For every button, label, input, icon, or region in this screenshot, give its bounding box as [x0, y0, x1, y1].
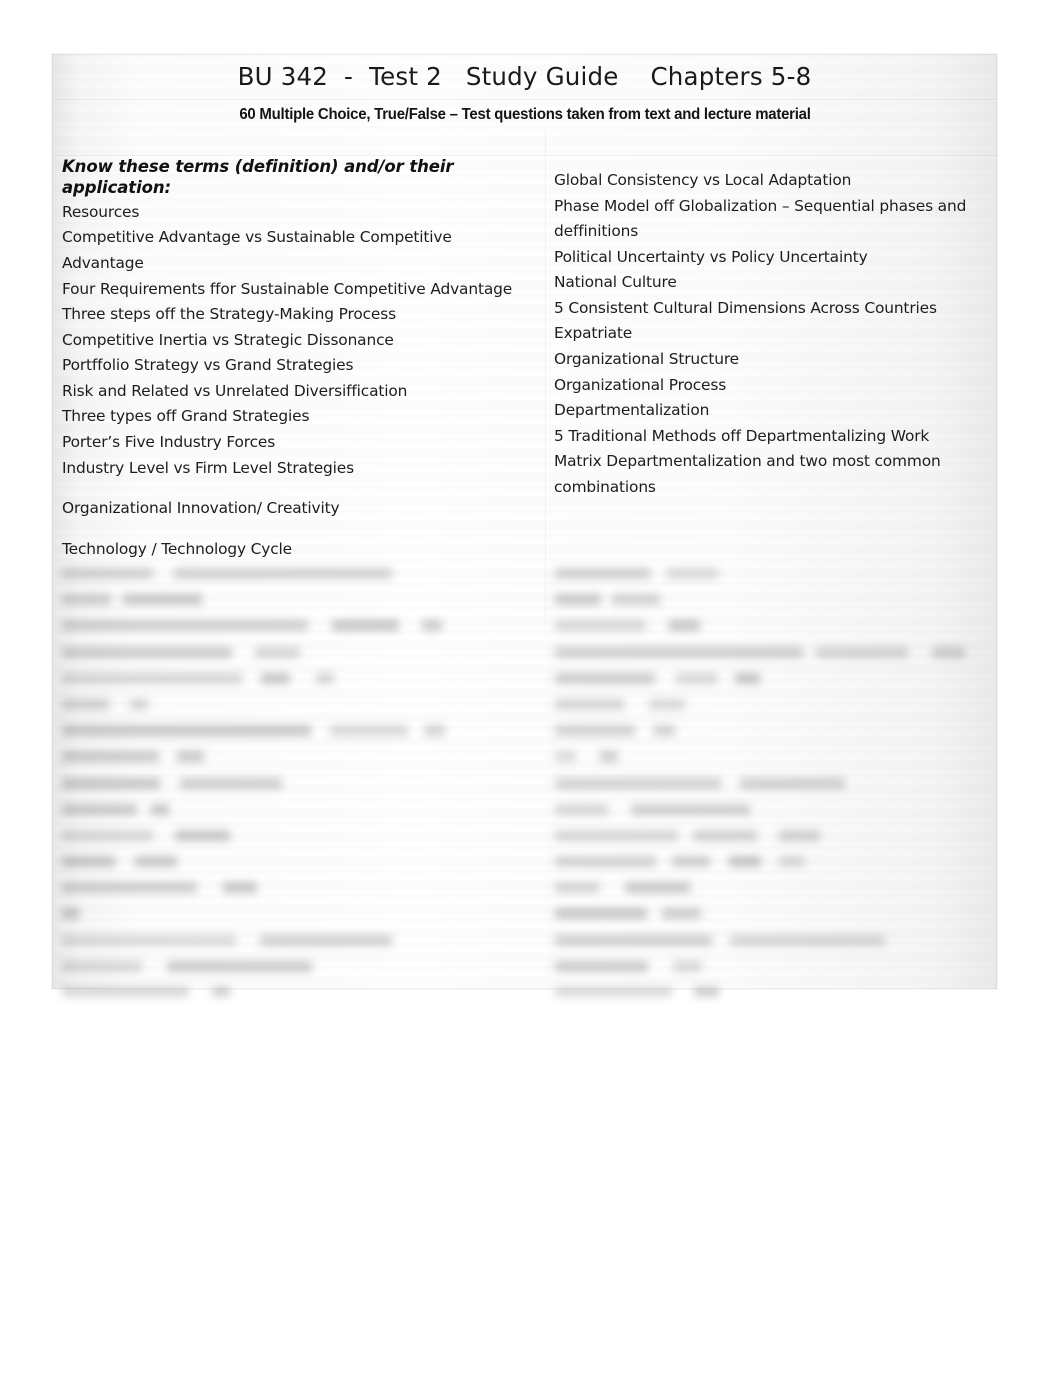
section-heading: Know these terms (definition) and/or the…: [62, 157, 454, 198]
list-item: Technology / Technology Cycle: [62, 539, 292, 558]
blurred-line: [62, 587, 532, 613]
list-item: Three steps off the Strategy-Making Proc…: [62, 305, 396, 324]
blurred-line: [62, 875, 532, 901]
list-item: Competitive Advantage vs Sustainable Com…: [62, 228, 452, 272]
blurred-line: [555, 980, 995, 1006]
list-item: National Culture: [554, 273, 677, 292]
blurred-line: [555, 901, 995, 927]
blurred-line: [62, 561, 532, 587]
blurred-line: [555, 771, 995, 797]
list-item: Expatriate: [554, 324, 633, 343]
blurred-line: [62, 771, 532, 797]
list-item: Competitive Inertia vs Strategic Dissona…: [62, 330, 394, 349]
column-divider-top: [545, 130, 546, 155]
blurred-line: [555, 928, 995, 954]
list-item: Three types off Grand Strategies: [62, 407, 310, 426]
term-list-left: Resources Competitive Advantage vs Susta…: [62, 200, 533, 562]
blurred-line: [62, 797, 532, 823]
blurred-line: [62, 744, 532, 770]
blurred-line: [555, 744, 995, 770]
blurred-line: [555, 666, 995, 692]
blurred-line: [555, 718, 995, 744]
list-item: Political Uncertainty vs Policy Uncertai…: [554, 247, 868, 266]
blurred-line: [555, 561, 995, 587]
column-divider-blurred: [545, 567, 546, 1015]
list-item: Global Consistency vs Local Adaptation: [554, 171, 852, 189]
blurred-column-right: [555, 561, 995, 1006]
document-subtitle-row: 60 Multiple Choice, True/False – Test qu…: [52, 100, 997, 130]
term-list-right: Global Consistency vs Local Adaptation P…: [554, 168, 989, 500]
blurred-line: [555, 823, 995, 849]
document-page: BU 342 - Test 2 Study Guide Chapters 5-8…: [0, 0, 1062, 1377]
header-spacer-row: [52, 130, 997, 156]
blurred-line: [555, 875, 995, 901]
blurred-line: [62, 666, 532, 692]
blurred-line: [555, 954, 995, 980]
terms-column-right: Global Consistency vs Local Adaptation P…: [546, 156, 997, 500]
study-guide-sheet: BU 342 - Test 2 Study Guide Chapters 5-8…: [52, 54, 997, 1021]
terms-column-left: Know these terms (definition) and/or the…: [52, 156, 545, 562]
blurred-line: [62, 640, 532, 666]
list-item: Matrix Departmentalization and two most …: [554, 452, 941, 496]
blurred-column-left: [62, 561, 532, 1006]
terms-table: Know these terms (definition) and/or the…: [52, 156, 997, 1021]
blurred-line: [62, 980, 532, 1006]
blurred-line: [555, 640, 995, 666]
list-item: 5 Consistent Cultural Dimensions Across …: [554, 298, 937, 317]
list-item: Four Requirements ffor Sustainable Compe…: [62, 279, 513, 298]
list-item: Organizational Innovation/ Creativity: [62, 499, 340, 518]
list-item: Portffolio Strategy vs Grand Strategies: [62, 356, 354, 375]
list-item: 5 Traditional Methods off Departmentaliz…: [554, 426, 930, 445]
blurred-line: [62, 901, 532, 927]
blurred-line: [62, 928, 532, 954]
blurred-line: [555, 613, 995, 639]
list-item: Departmentalization: [554, 401, 710, 420]
page-subtitle: 60 Multiple Choice, True/False – Test qu…: [238, 106, 811, 123]
blurred-line: [555, 849, 995, 875]
page-title: BU 342 - Test 2 Study Guide Chapters 5-8: [237, 62, 812, 91]
list-item: Phase Model off Globalization – Sequenti…: [554, 196, 967, 241]
blurred-line: [62, 954, 532, 980]
blurred-line: [62, 823, 532, 849]
list-item: Resources: [62, 202, 140, 221]
blurred-line: [62, 613, 532, 639]
list-item: Risk and Related vs Unrelated Diversiffi…: [62, 381, 408, 400]
blurred-content-region: [52, 561, 997, 1021]
blurred-line: [62, 849, 532, 875]
blurred-line: [62, 718, 532, 744]
document-header: BU 342 - Test 2 Study Guide Chapters 5-8: [52, 54, 997, 100]
list-item: Industry Level vs Firm Level Strategies: [62, 458, 354, 477]
list-item: Organizational Structure: [554, 349, 739, 368]
list-item: Porter’s Five Industry Forces: [62, 432, 276, 451]
list-item: Organizational Process: [554, 375, 727, 394]
blurred-line: [555, 692, 995, 718]
blurred-line: [62, 692, 532, 718]
blurred-line: [555, 587, 995, 613]
blurred-line: [555, 797, 995, 823]
